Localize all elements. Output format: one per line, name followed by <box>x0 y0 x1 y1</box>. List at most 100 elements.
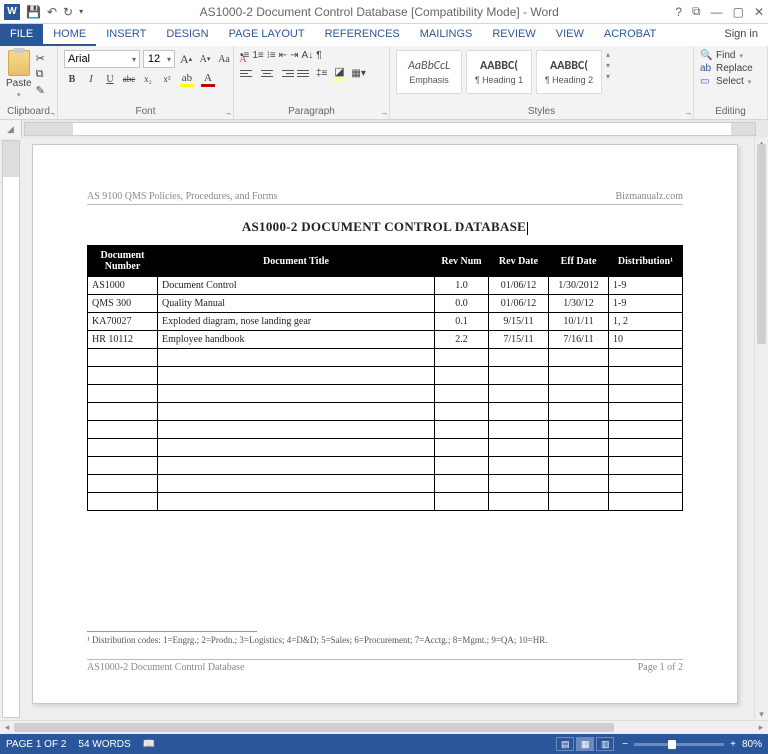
subscript-button[interactable]: x₂ <box>140 71 156 87</box>
change-case-button[interactable]: Aa <box>216 51 232 67</box>
table-cell[interactable] <box>489 349 549 367</box>
copy-icon[interactable]: ⧉ <box>36 68 45 81</box>
ruler-corner[interactable]: ◢ <box>0 120 22 138</box>
italic-button[interactable]: I <box>83 71 99 87</box>
table-cell[interactable]: 1/30/12 <box>549 295 609 313</box>
close-icon[interactable]: ✕ <box>754 5 764 19</box>
tab-acrobat[interactable]: ACROBAT <box>594 24 666 46</box>
tab-file[interactable]: FILE <box>0 24 43 46</box>
table-cell[interactable] <box>88 367 158 385</box>
table-row[interactable] <box>88 367 683 385</box>
table-cell[interactable] <box>489 421 549 439</box>
table-cell[interactable]: Exploded diagram, nose landing gear <box>158 313 435 331</box>
align-left-button[interactable] <box>240 65 256 81</box>
tab-references[interactable]: REFERENCES <box>315 24 410 46</box>
page[interactable]: AS 9100 QMS Policies, Procedures, and Fo… <box>32 144 738 704</box>
table-cell[interactable] <box>435 403 489 421</box>
table-cell[interactable]: AS1000 <box>88 277 158 295</box>
table-cell[interactable]: 2.2 <box>435 331 489 349</box>
table-cell[interactable] <box>609 457 683 475</box>
zoom-level[interactable]: 80% <box>742 739 762 750</box>
align-center-button[interactable] <box>259 65 275 81</box>
cut-icon[interactable]: ✂ <box>36 52 45 65</box>
table-cell[interactable]: 10/1/11 <box>549 313 609 331</box>
table-cell[interactable] <box>88 385 158 403</box>
table-cell[interactable] <box>489 403 549 421</box>
scroll-left-icon[interactable]: ◂ <box>0 722 14 733</box>
styles-scroll-icon[interactable]: ▾ <box>606 61 610 70</box>
replace-button[interactable]: abReplace <box>700 63 753 74</box>
table-cell[interactable]: 1.0 <box>435 277 489 295</box>
table-cell[interactable] <box>88 421 158 439</box>
font-color-button[interactable]: A <box>199 72 217 87</box>
table-cell[interactable] <box>609 493 683 511</box>
table-row[interactable] <box>88 493 683 511</box>
table-cell[interactable] <box>158 439 435 457</box>
scroll-thumb-vertical[interactable] <box>757 144 766 344</box>
table-row[interactable] <box>88 385 683 403</box>
paste-button[interactable]: Paste ▾ <box>6 50 32 99</box>
table-cell[interactable] <box>88 457 158 475</box>
table-cell[interactable]: 0.1 <box>435 313 489 331</box>
vertical-scrollbar[interactable]: ▴ ▾ <box>754 138 768 720</box>
table-cell[interactable] <box>88 349 158 367</box>
table-cell[interactable] <box>158 403 435 421</box>
styles-scroll-icon[interactable]: ▴ <box>606 50 610 59</box>
table-cell[interactable]: QMS 300 <box>88 295 158 313</box>
line-spacing-button[interactable]: ‡≡ <box>316 68 327 79</box>
table-cell[interactable]: 0.0 <box>435 295 489 313</box>
table-cell[interactable] <box>549 349 609 367</box>
table-row[interactable] <box>88 403 683 421</box>
format-painter-icon[interactable]: ✎ <box>36 84 45 97</box>
table-cell[interactable] <box>435 457 489 475</box>
table-cell[interactable] <box>489 475 549 493</box>
scroll-down-icon[interactable]: ▾ <box>755 709 768 720</box>
align-right-button[interactable] <box>278 65 294 81</box>
table-cell[interactable] <box>489 493 549 511</box>
shrink-font-button[interactable]: A▾ <box>197 51 213 67</box>
superscript-button[interactable]: x² <box>159 71 175 87</box>
show-hide-button[interactable]: ¶ <box>316 50 321 61</box>
table-cell[interactable] <box>158 493 435 511</box>
table-cell[interactable]: 1-9 <box>609 277 683 295</box>
minimize-icon[interactable]: — <box>711 5 723 19</box>
bold-button[interactable]: B <box>64 71 80 87</box>
table-row[interactable] <box>88 421 683 439</box>
table-cell[interactable]: 9/15/11 <box>489 313 549 331</box>
table-cell[interactable] <box>609 367 683 385</box>
shading-button[interactable]: ◪ <box>330 65 348 81</box>
table-cell[interactable] <box>549 493 609 511</box>
scroll-thumb-horizontal[interactable] <box>14 723 614 732</box>
table-row[interactable]: AS1000Document Control1.001/06/121/30/20… <box>88 277 683 295</box>
redo-icon[interactable]: ↻ <box>63 5 73 19</box>
table-cell[interactable] <box>549 475 609 493</box>
zoom-out-button[interactable]: − <box>622 739 628 750</box>
table-cell[interactable] <box>549 403 609 421</box>
table-cell[interactable] <box>489 385 549 403</box>
table-cell[interactable]: KA70027 <box>88 313 158 331</box>
ribbon-display-icon[interactable]: ⧉ <box>692 4 701 19</box>
bullets-button[interactable]: •≡ <box>240 50 249 61</box>
style-card[interactable]: AABBC(¶ Heading 1 <box>466 50 532 94</box>
table-cell[interactable]: 10 <box>609 331 683 349</box>
horizontal-ruler[interactable] <box>24 122 756 136</box>
document-control-table[interactable]: Document NumberDocument TitleRev NumRev … <box>87 245 683 511</box>
select-button[interactable]: ▭Select▾ <box>700 76 753 87</box>
vertical-ruler[interactable] <box>2 140 20 718</box>
styles-scroll-icon[interactable]: ▾ <box>606 72 610 81</box>
table-cell[interactable] <box>435 439 489 457</box>
style-card[interactable]: AABBC(¶ Heading 2 <box>536 50 602 94</box>
table-cell[interactable] <box>88 475 158 493</box>
tab-design[interactable]: DESIGN <box>156 24 218 46</box>
table-cell[interactable] <box>549 439 609 457</box>
table-cell[interactable]: 01/06/12 <box>489 295 549 313</box>
table-cell[interactable] <box>158 385 435 403</box>
web-layout-button[interactable]: ▥ <box>596 737 614 751</box>
table-cell[interactable] <box>158 475 435 493</box>
table-cell[interactable] <box>489 457 549 475</box>
table-cell[interactable] <box>435 349 489 367</box>
status-words[interactable]: 54 WORDS <box>78 739 130 750</box>
numbering-button[interactable]: 1≡ <box>252 50 263 61</box>
table-cell[interactable] <box>609 475 683 493</box>
sign-in-link[interactable]: Sign in <box>714 24 768 46</box>
